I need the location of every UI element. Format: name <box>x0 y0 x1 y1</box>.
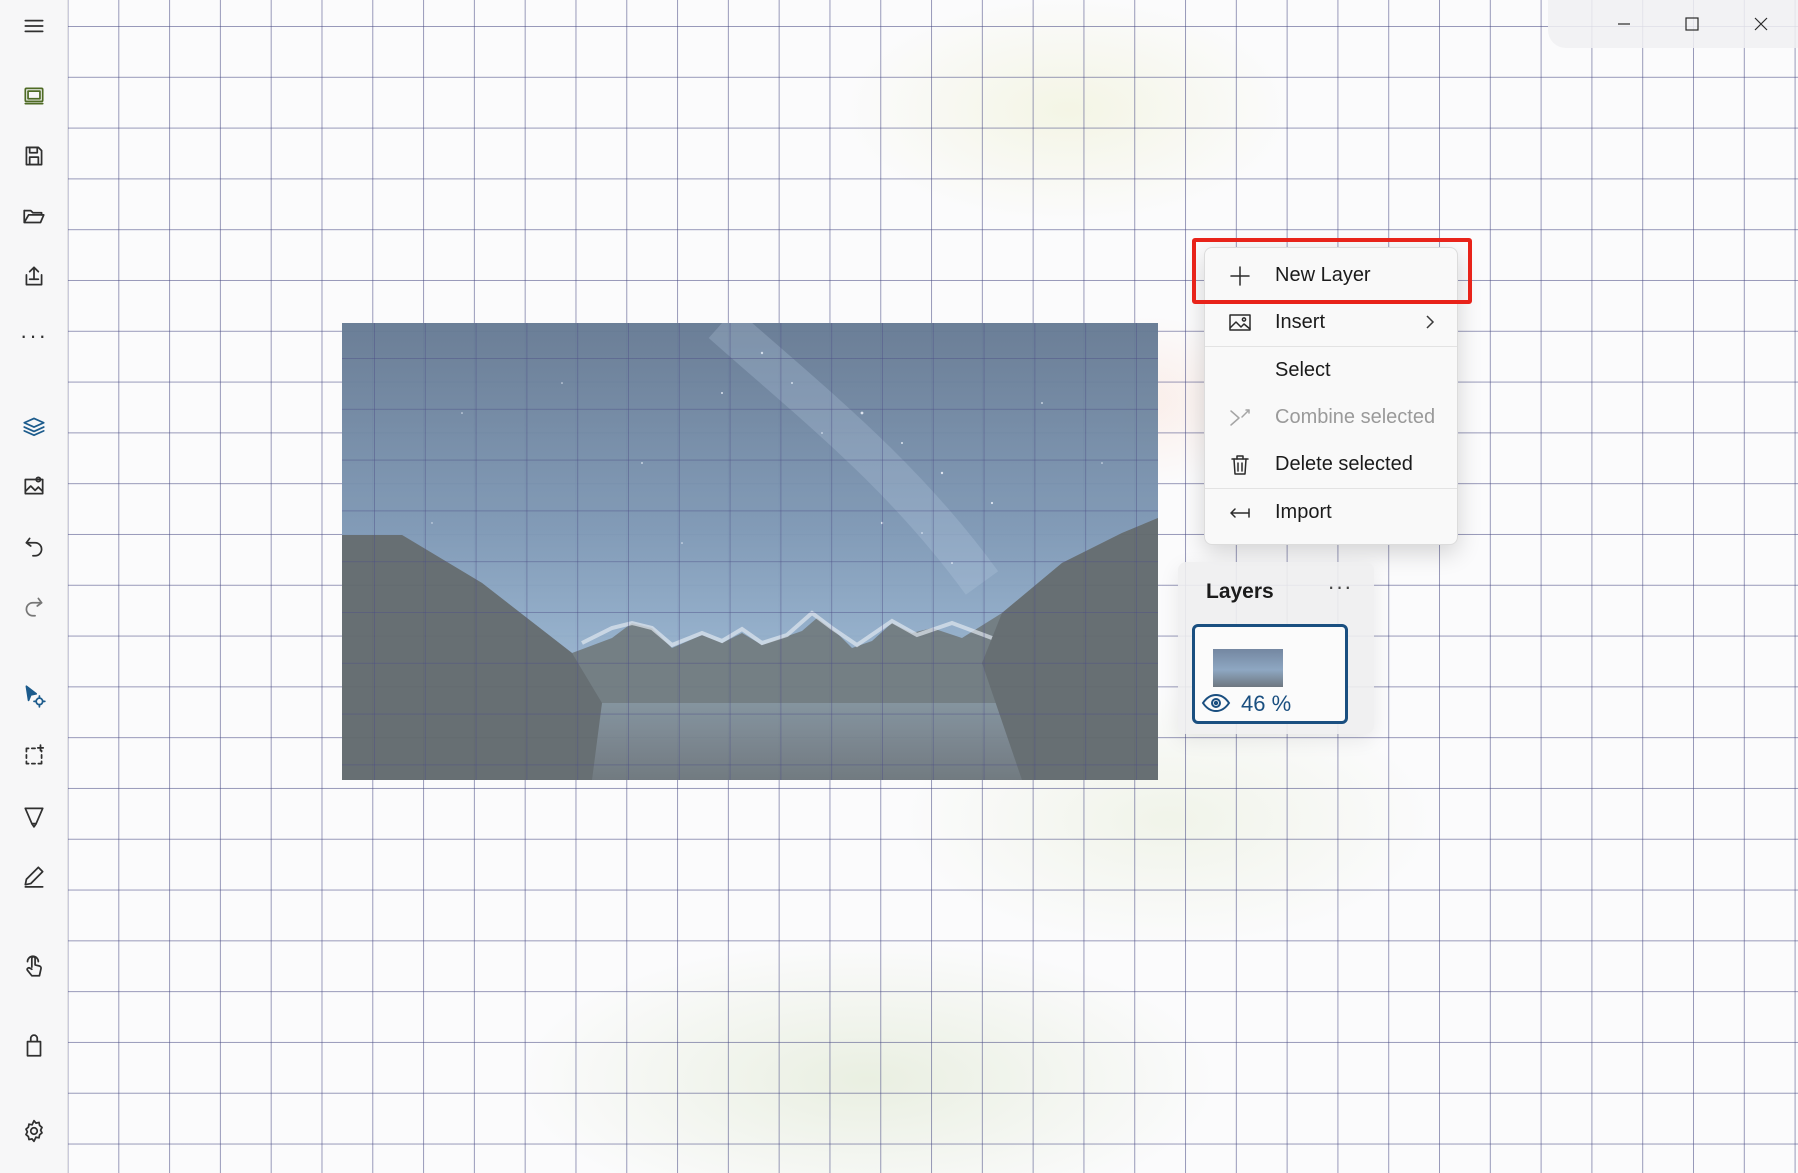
rectangle-select-icon[interactable] <box>14 736 54 776</box>
undo-icon[interactable] <box>14 526 54 566</box>
drawing-canvas[interactable] <box>68 0 1798 1173</box>
menu-item-label: Insert <box>1275 311 1326 333</box>
touch-hand-icon[interactable] <box>14 946 54 986</box>
trash-icon <box>1227 452 1253 478</box>
layers-more-options-icon[interactable]: ··· <box>1324 572 1356 602</box>
pencil-icon[interactable] <box>14 856 54 896</box>
layers-icon[interactable] <box>14 406 54 446</box>
canvas-image-mountain-night-sky[interactable] <box>342 323 1158 780</box>
layer-thumbnail <box>1213 649 1283 687</box>
insert-image-icon[interactable] <box>14 466 54 506</box>
import-arrow-icon <box>1227 500 1253 526</box>
layer-card[interactable]: 46 % <box>1192 624 1348 724</box>
menu-item-insert[interactable]: Insert <box>1209 299 1453 346</box>
layers-panel: Layers ··· 46 % <box>1178 562 1374 734</box>
settings-gear-icon[interactable] <box>14 1111 54 1151</box>
menu-item-delete-selected[interactable]: Delete selected <box>1209 441 1453 488</box>
combine-icon <box>1227 405 1253 431</box>
image-icon <box>1227 310 1253 336</box>
more-dots-glyph: ··· <box>20 323 48 348</box>
chevron-right-icon <box>1421 313 1439 331</box>
menu-item-select[interactable]: Select <box>1209 347 1453 394</box>
photo-grid-overlay <box>342 323 1158 780</box>
menu-item-import[interactable]: Import <box>1209 489 1453 536</box>
share-export-icon[interactable] <box>14 256 54 296</box>
hamburger-menu-icon[interactable] <box>14 6 54 46</box>
select-pointer-icon[interactable] <box>14 676 54 716</box>
title-bar-controls <box>1548 0 1798 48</box>
layers-panel-title: Layers <box>1206 580 1274 603</box>
close-icon[interactable] <box>1727 0 1795 48</box>
canvas-frame-icon[interactable] <box>14 76 54 116</box>
layer-opacity-label[interactable]: 46 % <box>1241 691 1291 717</box>
save-icon[interactable] <box>14 136 54 176</box>
menu-item-label: Delete selected <box>1275 453 1413 475</box>
open-folder-icon[interactable] <box>14 196 54 236</box>
redo-icon[interactable] <box>14 586 54 626</box>
menu-item-combine-selected: Combine selected <box>1209 394 1453 441</box>
left-toolbar: ··· <box>0 0 68 1173</box>
maximize-icon[interactable] <box>1658 0 1726 48</box>
menu-item-label: Import <box>1275 501 1332 523</box>
eye-visibility-icon[interactable] <box>1201 691 1231 715</box>
more-dots-icon[interactable]: ··· <box>14 316 54 356</box>
lasso-icon[interactable] <box>14 796 54 836</box>
menu-item-label: Select <box>1275 359 1331 381</box>
store-bag-icon[interactable] <box>14 1026 54 1066</box>
menu-item-label: Combine selected <box>1275 406 1436 428</box>
minimize-icon[interactable] <box>1590 0 1658 48</box>
new-layer-highlight-box <box>1192 238 1472 304</box>
